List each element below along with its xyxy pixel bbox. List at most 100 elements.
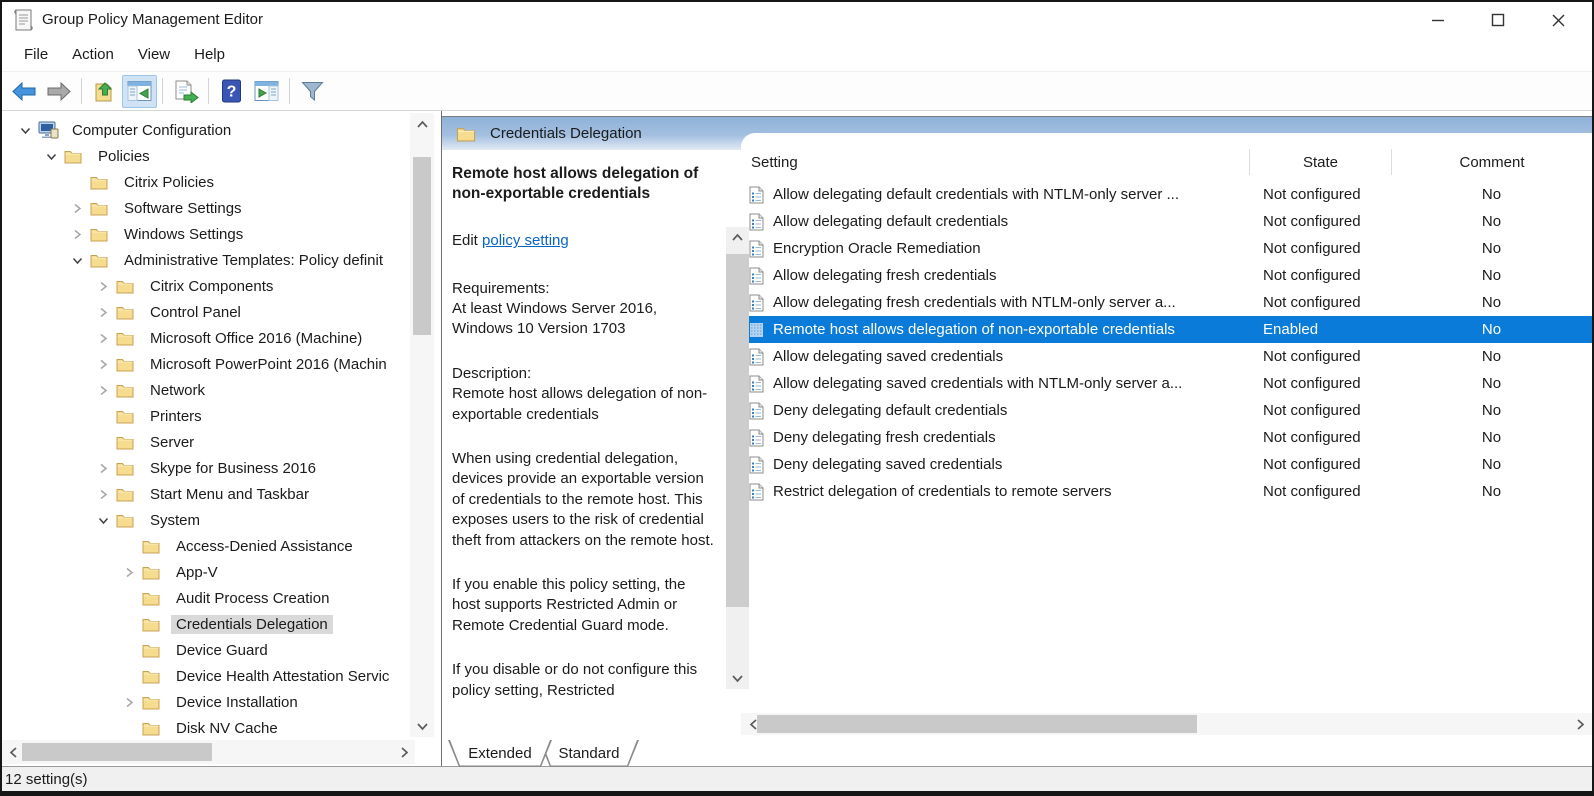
tree-item-windows-settings[interactable]: Windows Settings [2,221,442,247]
tree-item-device-guard[interactable]: Device Guard [2,637,442,663]
chevron-up-icon [731,233,744,242]
export-list-icon [173,79,199,103]
tree-item-software-settings[interactable]: Software Settings [2,195,442,221]
toolbar-forward-button[interactable] [41,75,76,108]
maximize-button[interactable] [1468,2,1528,38]
tree-item-citrix-components[interactable]: Citrix Components [2,273,442,299]
setting-row-allow-delegating-saved-credentials[interactable]: Allow delegating saved credentialsNot co… [741,343,1592,370]
tree-item-server[interactable]: Server [2,429,442,455]
menu-help[interactable]: Help [182,41,237,68]
column-header-comment[interactable]: Comment [1391,149,1592,175]
setting-name: Deny delegating saved credentials [773,456,1002,473]
setting-state: Not configured [1249,402,1391,419]
scroll-up-arrow[interactable] [726,227,749,248]
tree-item-printers[interactable]: Printers [2,403,442,429]
tree-item-network[interactable]: Network [2,377,442,403]
toolbar: ? [2,72,1592,111]
scrollbar-thumb[interactable] [726,254,749,607]
setting-row-deny-delegating-saved-credentials[interactable]: Deny delegating saved credentialsNot con… [741,451,1592,478]
chevron-collapsed-icon[interactable] [116,696,142,709]
chevron-collapsed-icon[interactable] [90,280,116,293]
tree-item-system[interactable]: System [2,507,442,533]
scroll-right-arrow[interactable] [393,740,415,764]
taskpad-header-title: Credentials Delegation [490,125,642,142]
tree-item-device-health-attestation-servic[interactable]: Device Health Attestation Servic [2,663,442,689]
toolbar-export-list-button[interactable] [168,75,203,108]
tree-item-policies[interactable]: Policies [2,143,442,169]
toolbar-back-button[interactable] [6,75,41,108]
tree-item-app-v[interactable]: App-V [2,559,442,585]
tree-item-control-panel[interactable]: Control Panel [2,299,442,325]
tree-item-disk-nv-cache[interactable]: Disk NV Cache [2,715,442,741]
scrollbar-thumb[interactable] [22,743,212,761]
tree-item-citrix-policies[interactable]: Citrix Policies [2,169,442,195]
scroll-down-arrow[interactable] [410,715,434,737]
requirements-text: At least Windows Server 2016, Windows 10… [452,299,714,340]
scrollbar-thumb[interactable] [413,157,431,335]
tab-extended[interactable]: Extended [448,740,552,767]
chevron-collapsed-icon[interactable] [64,202,90,215]
menu-view[interactable]: View [126,41,182,68]
tree-vertical-scrollbar[interactable] [410,113,434,737]
close-button[interactable] [1528,2,1588,38]
setting-row-encryption-oracle-remediation[interactable]: Encryption Oracle RemediationNot configu… [741,235,1592,262]
results-area: Credentials Delegation Remote host allow… [442,111,1592,767]
toolbar-show-console-tree-button[interactable] [122,75,157,108]
tree-item-skype-for-business-2016[interactable]: Skype for Business 2016 [2,455,442,481]
chevron-expanded-icon[interactable] [90,514,116,527]
setting-row-allow-delegating-default-credentials-with-ntlm-only-server[interactable]: Allow delegating default credentials wit… [741,181,1592,208]
chevron-collapsed-icon[interactable] [64,228,90,241]
menu-file[interactable]: File [12,41,60,68]
scroll-up-arrow[interactable] [410,113,434,135]
list-horizontal-scrollbar[interactable] [741,713,1592,735]
scroll-right-arrow[interactable] [1570,713,1590,735]
chevron-collapsed-icon[interactable] [90,384,116,397]
tree-item-credentials-delegation[interactable]: Credentials Delegation [2,611,442,637]
tree-item-device-installation[interactable]: Device Installation [2,689,442,715]
scrollbar-thumb[interactable] [757,715,1197,733]
scroll-left-arrow[interactable] [2,740,24,764]
folder-icon [90,227,108,242]
setting-row-deny-delegating-fresh-credentials[interactable]: Deny delegating fresh credentialsNot con… [741,424,1592,451]
edit-policy-setting-link[interactable]: policy setting [482,232,569,249]
setting-row-allow-delegating-saved-credentials-with-ntlm-only-server-a[interactable]: Allow delegating saved credentials with … [741,370,1592,397]
chevron-expanded-icon[interactable] [38,150,64,163]
chevron-expanded-icon[interactable] [64,254,90,267]
menu-action[interactable]: Action [60,41,126,68]
chevron-collapsed-icon[interactable] [90,488,116,501]
chevron-collapsed-icon[interactable] [90,358,116,371]
tree-item-access-denied-assistance[interactable]: Access-Denied Assistance [2,533,442,559]
chevron-collapsed-icon[interactable] [90,462,116,475]
tree-horizontal-scrollbar[interactable] [2,740,415,764]
folder-icon [64,149,82,164]
chevron-collapsed-icon[interactable] [90,332,116,345]
setting-row-remote-host-allows-delegation-of-non-exportable-credentials[interactable]: Remote host allows delegation of non-exp… [741,316,1592,343]
setting-row-deny-delegating-default-credentials[interactable]: Deny delegating default credentialsNot c… [741,397,1592,424]
column-header-state[interactable]: State [1249,149,1391,175]
tree-item-audit-process-creation[interactable]: Audit Process Creation [2,585,442,611]
tree-item-start-menu-and-taskbar[interactable]: Start Menu and Taskbar [2,481,442,507]
minimize-button[interactable] [1408,2,1468,38]
setting-row-allow-delegating-default-credentials[interactable]: Allow delegating default credentialsNot … [741,208,1592,235]
setting-row-allow-delegating-fresh-credentials-with-ntlm-only-server-a[interactable]: Allow delegating fresh credentials with … [741,289,1592,316]
tree-item-computer-configuration[interactable]: Computer Configuration [2,117,442,143]
tree-item-microsoft-powerpoint-2016-machin[interactable]: Microsoft PowerPoint 2016 (Machin [2,351,442,377]
app-icon [12,8,35,33]
toolbar-help-button[interactable]: ? [214,75,249,108]
toolbar-show-action-pane-button[interactable] [249,75,284,108]
chevron-collapsed-icon[interactable] [90,306,116,319]
toolbar-filter-button[interactable] [295,75,330,108]
column-header-setting[interactable]: Setting [741,149,1249,175]
chevron-collapsed-icon[interactable] [116,566,142,579]
description-scrollbar[interactable] [726,227,749,689]
chevron-expanded-icon[interactable] [12,124,38,137]
filter-icon [300,80,325,102]
tab-standard[interactable]: Standard [539,740,639,767]
setting-row-allow-delegating-fresh-credentials[interactable]: Allow delegating fresh credentialsNot co… [741,262,1592,289]
tree-item-microsoft-office-2016-machine[interactable]: Microsoft Office 2016 (Machine) [2,325,442,351]
tree-item-administrative-templates-policy-definit[interactable]: Administrative Templates: Policy definit [2,247,442,273]
setting-row-restrict-delegation-of-credentials-to-remote-servers[interactable]: Restrict delegation of credentials to re… [741,478,1592,505]
scroll-down-arrow[interactable] [726,668,749,689]
toolbar-up-one-level-button[interactable] [87,75,122,108]
toolbar-separator [289,78,290,104]
